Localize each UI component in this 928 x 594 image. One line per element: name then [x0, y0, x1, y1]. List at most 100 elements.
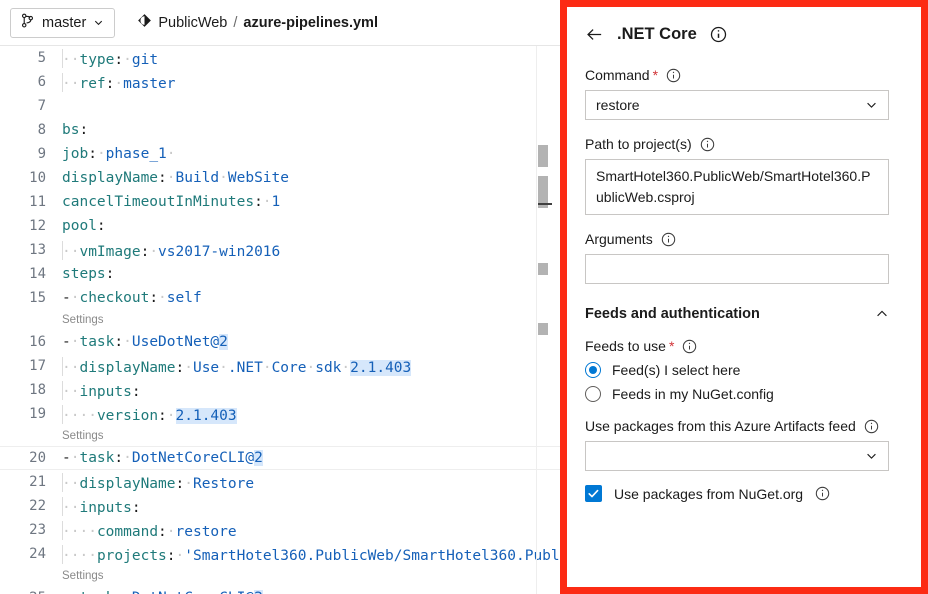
code-line[interactable]: 19 ····version:·2.1.403	[0, 402, 560, 426]
line-number: 14	[29, 266, 46, 282]
code-line[interactable]: 25-·task:·DotNetCoreCLI@2	[0, 586, 560, 594]
back-arrow-icon[interactable]	[585, 25, 604, 44]
code-line[interactable]: 17 ··displayName:·Use·.NET·Core·sdk·2.1.4…	[0, 354, 560, 378]
yaml-code-editor[interactable]: 5 ··type:·git 6 ··ref:·master 7 8 bs: 9 job:·pha…	[0, 46, 560, 594]
overview-ruler[interactable]	[536, 46, 552, 594]
code-line-text: pool:	[62, 218, 106, 234]
code-line[interactable]: 24 ····projects:·'SmartHotel360.PublicWeb…	[0, 542, 560, 566]
feeds-section-title: Feeds and authentication	[585, 306, 760, 322]
breadcrumb: PublicWeb / azure-pipelines.yml	[137, 13, 378, 32]
line-number: 5	[37, 50, 46, 66]
code-line[interactable]: 8 bs:	[0, 118, 560, 142]
arguments-field: Arguments	[585, 231, 903, 284]
code-lines-container: 5 ··type:·git 6 ··ref:·master 7 8 bs: 9 job:·pha…	[0, 46, 560, 594]
command-field: Command * restore	[585, 67, 903, 120]
code-line[interactable]: 21 ··displayName:·Restore	[0, 470, 560, 494]
code-line-text: ··inputs:	[52, 496, 141, 516]
code-line-text: ····version:·2.1.403	[52, 404, 237, 424]
info-icon[interactable]	[864, 419, 879, 434]
code-line-text: ··type:·git	[52, 48, 158, 68]
code-line-text: steps:	[62, 266, 115, 282]
line-number: 21	[29, 474, 46, 490]
line-number: 8	[37, 122, 46, 138]
feeds-to-use-field: Feeds to use * Feed(s) I select here Fee…	[585, 338, 903, 402]
code-line[interactable]: 7	[0, 94, 560, 118]
radio-button	[585, 386, 601, 402]
code-line-text: -·checkout:·self	[62, 290, 202, 306]
code-line-text: ··displayName:·Use·.NET·Core·sdk·2.1.403	[52, 356, 412, 376]
code-line[interactable]: 5 ··type:·git	[0, 46, 560, 70]
codelens-settings-link: Settings	[0, 566, 560, 586]
path-to-projects-input[interactable]: SmartHotel360.PublicWeb/SmartHotel360.Pu…	[585, 159, 889, 215]
code-line[interactable]: 9 job:·phase_1·	[0, 142, 560, 166]
breadcrumb-file[interactable]: azure-pipelines.yml	[243, 15, 378, 31]
line-number: 25	[0, 590, 52, 594]
info-icon[interactable]	[666, 68, 681, 83]
code-line-text: ··displayName:·Restore	[52, 472, 254, 492]
task-settings-panel: .NET Core Command * restore Path to proj…	[560, 0, 928, 594]
code-line-text: ····projects:·'SmartHotel360.PublicWeb/S…	[52, 544, 560, 564]
azure-artifacts-feed-field: Use packages from this Azure Artifacts f…	[585, 418, 903, 471]
code-line[interactable]: 22 ··inputs:	[0, 494, 560, 518]
editor-toolbar: master PublicWeb / azure-pipelines.yml	[0, 0, 560, 46]
panel-header: .NET Core	[585, 17, 903, 51]
arguments-label: Arguments	[585, 231, 653, 247]
codelens-link[interactable]: Settings	[62, 430, 104, 442]
radio-label: Feed(s) I select here	[612, 362, 741, 378]
path-label: Path to project(s)	[585, 136, 692, 152]
code-line[interactable]: 11 cancelTimeoutInMinutes:·1	[0, 190, 560, 214]
code-line[interactable]: 23 ····command:·restore	[0, 518, 560, 542]
code-line-text: -·task:·UseDotNet@2	[62, 334, 228, 350]
arguments-input[interactable]	[585, 254, 889, 284]
radio-label: Feeds in my NuGet.config	[612, 386, 774, 402]
breadcrumb-repo[interactable]: PublicWeb	[158, 15, 227, 31]
info-icon[interactable]	[815, 486, 830, 501]
code-line-text: -·task:·DotNetCoreCLI@2	[62, 450, 263, 466]
code-line[interactable]: 14 steps:	[0, 262, 560, 286]
code-line[interactable]: 16 -·task:·UseDotNet@2	[0, 330, 560, 354]
editor-vertical-scrollbar[interactable]	[552, 46, 560, 594]
path-to-projects-field: Path to project(s) SmartHotel360.PublicW…	[585, 136, 903, 215]
feeds-to-use-label: Feeds to use	[585, 338, 666, 354]
use-packages-from-nuget-checkbox-row[interactable]: Use packages from NuGet.org	[585, 485, 903, 502]
code-line-text: ··ref:·master	[52, 72, 176, 92]
line-number: 6	[37, 74, 46, 90]
line-number: 10	[29, 170, 46, 186]
code-line[interactable]: 12 pool:	[0, 214, 560, 238]
code-line[interactable]: 18 ··inputs:	[0, 378, 560, 402]
required-marker: *	[652, 67, 659, 83]
feeds-to-use-label-row: Feeds to use *	[585, 338, 903, 354]
command-selected-value: restore	[596, 97, 640, 113]
artifacts-feed-select[interactable]	[585, 441, 889, 471]
line-number: 13	[29, 242, 46, 258]
branch-selector-button[interactable]: master	[10, 7, 116, 38]
code-line[interactable]: 6 ··ref:·master	[0, 70, 560, 94]
command-select[interactable]: restore	[585, 90, 889, 120]
code-line[interactable]: 15 -·checkout:·self	[0, 286, 560, 310]
info-icon[interactable]	[661, 232, 676, 247]
info-icon[interactable]	[700, 137, 715, 152]
checkbox	[585, 485, 602, 502]
codelens-settings-link: Settings	[0, 310, 560, 330]
command-label-row: Command *	[585, 67, 903, 83]
radio-feeds-i-select-here[interactable]: Feed(s) I select here	[585, 362, 903, 378]
code-line[interactable]: 13 ··vmImage:·vs2017-win2016	[0, 238, 560, 262]
line-number: 24	[29, 546, 46, 562]
line-number: 17	[29, 358, 46, 374]
line-number: 7	[37, 98, 46, 114]
feeds-section-header[interactable]: Feeds and authentication	[585, 306, 889, 322]
info-icon[interactable]	[710, 26, 727, 43]
codelens-link[interactable]: Settings	[62, 314, 104, 326]
code-line-text: ····command:·restore	[52, 520, 237, 540]
code-line[interactable]: 10 displayName:·Build·WebSite	[0, 166, 560, 190]
chevron-down-icon	[93, 17, 104, 28]
codelens-link[interactable]: Settings	[62, 570, 104, 582]
line-number: 23	[29, 522, 46, 538]
repo-icon	[137, 13, 152, 32]
line-number: 16	[29, 334, 46, 350]
line-number: 12	[29, 218, 46, 234]
radio-feeds-in-nuget-config[interactable]: Feeds in my NuGet.config	[585, 386, 903, 402]
code-line[interactable]: 20 -·task:·DotNetCoreCLI@2	[0, 446, 560, 470]
info-icon[interactable]	[682, 339, 697, 354]
branch-name: master	[42, 14, 87, 31]
